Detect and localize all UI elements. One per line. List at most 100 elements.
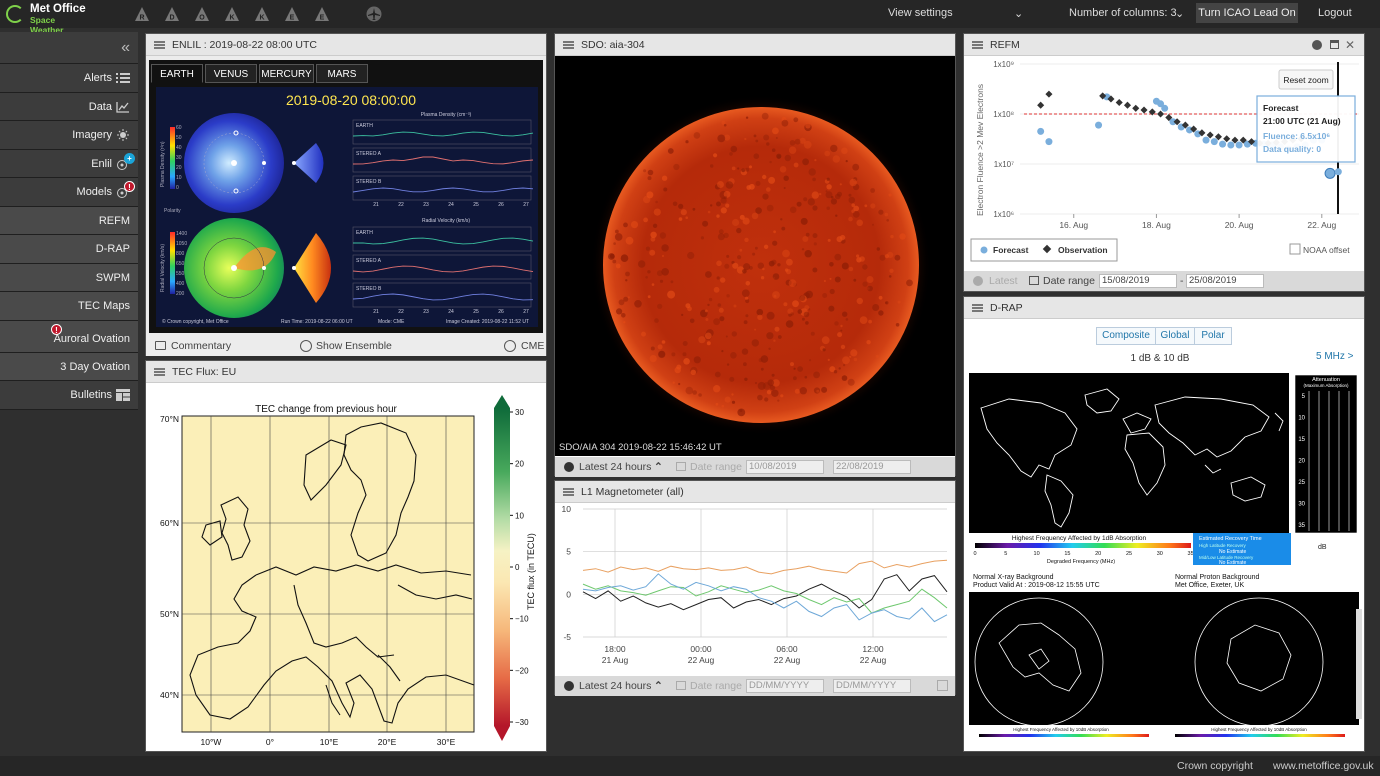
chevron-up-icon[interactable]: ⌃ xyxy=(654,676,663,696)
mag-range-dropdown[interactable]: Latest 24 hours xyxy=(579,676,651,696)
sidebar-item-3-day-ovation[interactable]: 3 Day Ovation xyxy=(0,352,138,381)
sidebar-item-swpm[interactable]: SWPM xyxy=(0,263,138,292)
tab-mars[interactable]: MARS xyxy=(316,64,368,83)
sidebar-item-enlil[interactable]: Enlil + xyxy=(0,149,138,178)
view-settings-chevron-icon[interactable]: ⌄ xyxy=(1014,7,1023,20)
cme-icon[interactable] xyxy=(504,340,516,352)
surface-granule xyxy=(832,155,840,163)
sidebar-item-models[interactable]: Models! xyxy=(0,178,138,207)
tab-venus[interactable]: VENUS xyxy=(205,64,257,83)
surface-granule xyxy=(802,236,809,242)
mag-date-from[interactable]: DD/MM/YYYY xyxy=(746,679,824,693)
surface-granule xyxy=(710,204,713,207)
surface-granule xyxy=(783,175,789,181)
cme-button[interactable]: CME xyxy=(521,336,544,356)
tec-colorbar-label: TEC flux (in TECU) xyxy=(526,533,536,610)
warning-triangle-icon[interactable]: K xyxy=(224,6,240,22)
view-settings-dropdown[interactable]: View settings xyxy=(888,7,953,19)
logout-link[interactable]: Logout xyxy=(1318,7,1352,19)
sidebar-item-imagery[interactable]: Imagery xyxy=(0,121,138,150)
forecast-point xyxy=(1334,168,1342,176)
tab-global[interactable]: Global xyxy=(1155,327,1195,345)
surface-granule xyxy=(774,326,780,332)
commentary-button[interactable]: Commentary xyxy=(171,336,231,356)
comment-icon[interactable] xyxy=(155,341,166,350)
sidebar-item-bulletins[interactable]: Bulletins xyxy=(0,381,138,410)
sdo-date-from[interactable]: 10/08/2019 xyxy=(746,460,824,474)
drap-scrollbar[interactable] xyxy=(1356,609,1362,719)
ensemble-icon[interactable] xyxy=(300,340,312,352)
refm-date-from[interactable]: 15/08/2019 xyxy=(1099,274,1177,288)
attenuation-tick: 15 xyxy=(1298,437,1305,443)
surface-granule xyxy=(906,279,913,287)
menu-icon[interactable] xyxy=(154,41,165,49)
surface-granule xyxy=(840,344,846,350)
warning-triangle-icon[interactable]: O xyxy=(194,6,210,22)
tab-mercury[interactable]: MERCURY xyxy=(259,64,314,83)
menu-icon[interactable] xyxy=(972,304,983,312)
refm-date-to[interactable]: 25/08/2019 xyxy=(1186,274,1264,288)
sidebar-item-drap[interactable]: D-RAP xyxy=(0,235,138,264)
sidebar-item-refm[interactable]: REFM xyxy=(0,206,138,235)
surface-granule xyxy=(757,314,763,320)
surface-granule xyxy=(647,169,654,176)
menu-icon[interactable] xyxy=(154,368,165,376)
frequency-link[interactable]: 5 MHz > xyxy=(1316,351,1354,362)
columns-dropdown[interactable]: Number of columns: 3 xyxy=(1069,7,1177,19)
menu-icon[interactable] xyxy=(563,41,574,49)
crown-copyright-link[interactable]: Crown copyright xyxy=(1177,756,1253,776)
colorbar-tick: 650 xyxy=(176,261,185,267)
website-link[interactable]: www.metoffice.gov.uk xyxy=(1273,756,1374,776)
warning-triangle-icon[interactable]: R xyxy=(134,6,150,22)
warning-triangle-icon[interactable]: E xyxy=(314,6,330,22)
noaa-offset-checkbox[interactable] xyxy=(1289,243,1301,255)
close-icon[interactable]: ✕ xyxy=(1345,34,1355,56)
colorbar-tick: 60 xyxy=(176,125,182,131)
top-colorbar-label: Plasma Density (r²n) xyxy=(160,141,166,187)
warning-triangle-icon[interactable]: D xyxy=(164,6,180,22)
tab-earth[interactable]: EARTH xyxy=(151,64,203,83)
series-label: STEREO A xyxy=(356,258,382,264)
sidebar-item-auroral-ovation[interactable]: Auroral Ovation! xyxy=(0,320,138,353)
expand-icon[interactable] xyxy=(937,680,948,691)
sdo-range-dropdown[interactable]: Latest 24 hours xyxy=(579,457,651,477)
surface-granule xyxy=(852,211,860,218)
surface-granule xyxy=(731,393,734,396)
surface-granule xyxy=(658,350,666,359)
mag-date-to[interactable]: DD/MM/YYYY xyxy=(833,679,911,693)
attenuation-tick: 30 xyxy=(1298,502,1305,508)
chevron-up-icon[interactable]: ⌃ xyxy=(654,457,663,477)
sdo-date-to[interactable]: 22/08/2019 xyxy=(833,460,911,474)
day-tick: 23 xyxy=(423,309,429,315)
surface-granule xyxy=(840,329,843,332)
menu-icon[interactable] xyxy=(972,41,983,49)
surface-granule xyxy=(670,280,674,284)
columns-chevron-icon[interactable]: ⌄ xyxy=(1175,7,1184,20)
maximize-icon[interactable] xyxy=(1330,40,1339,49)
aircraft-icon[interactable] xyxy=(366,6,382,22)
met-office-logo[interactable]: Met Office Space Weather xyxy=(6,3,86,35)
sidebar-item-tec-maps[interactable]: TEC Maps xyxy=(0,292,138,321)
warning-letter: R xyxy=(139,15,144,22)
show-ensemble-button[interactable]: Show Ensemble xyxy=(316,336,392,356)
tab-composite[interactable]: Composite xyxy=(1096,327,1156,345)
refm-footer: Latest Date range 15/08/2019 - 25/08/201… xyxy=(964,271,1364,291)
sidebar-collapse-button[interactable]: « xyxy=(0,32,138,64)
refm-latest-button[interactable]: Latest xyxy=(989,271,1018,291)
warning-triangle-icon[interactable]: K xyxy=(254,6,270,22)
icao-lead-button[interactable]: Turn ICAO Lead On xyxy=(1196,3,1298,23)
surface-granule xyxy=(897,300,901,304)
page-footer: Crown copyright www.metoffice.gov.uk xyxy=(0,756,1380,776)
sidebar-item-alerts[interactable]: Alerts xyxy=(0,64,138,93)
surface-granule xyxy=(683,358,690,365)
sidebar-item-data[interactable]: Data xyxy=(0,92,138,121)
surface-granule xyxy=(700,236,704,240)
info-icon[interactable] xyxy=(1312,40,1322,50)
plasma-chart-title: Plasma Density (cm⁻³) xyxy=(421,112,472,118)
warning-triangle-icon[interactable]: E xyxy=(284,6,300,22)
surface-granule xyxy=(751,212,759,220)
forecast-point xyxy=(1235,141,1243,149)
menu-icon[interactable] xyxy=(563,488,574,496)
surface-granule xyxy=(884,254,889,259)
tab-polar[interactable]: Polar xyxy=(1194,327,1232,345)
